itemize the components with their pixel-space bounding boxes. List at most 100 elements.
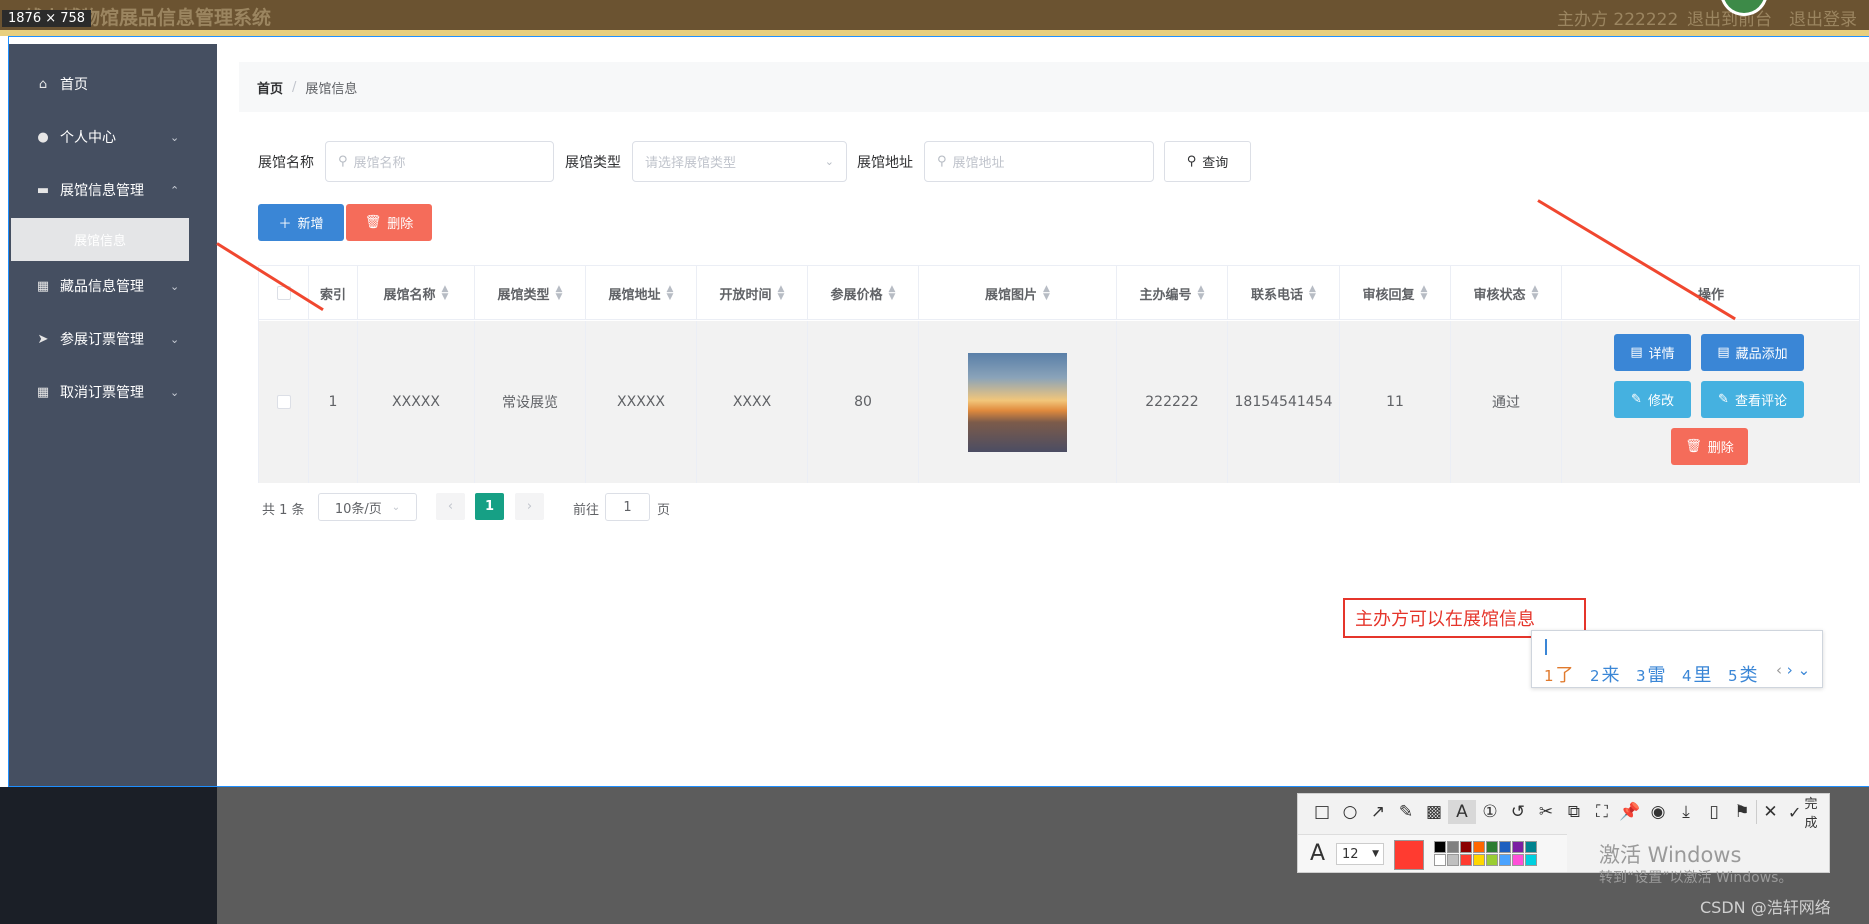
screen-record-icon[interactable]: ⛶ xyxy=(1588,800,1616,824)
col-header[interactable]: 参展价格 ▲ ▼ xyxy=(808,266,919,320)
ime-candidate[interactable]: 3雷 xyxy=(1636,661,1666,687)
ime-page-nav[interactable]: ‹ › ⌄ xyxy=(1776,661,1810,679)
phone-icon[interactable]: ▯ xyxy=(1700,800,1728,824)
col-header[interactable]: 展馆类型 ▲ ▼ xyxy=(475,266,586,320)
color-swatch[interactable] xyxy=(1447,854,1459,866)
rectangle-tool-icon[interactable]: □ xyxy=(1308,800,1336,824)
detail-button[interactable]: ▤ 详情 xyxy=(1614,334,1691,371)
color-swatch[interactable] xyxy=(1525,854,1537,866)
color-swatch[interactable] xyxy=(1434,854,1446,866)
sidebar-item-home[interactable]: ⌂ 首页 xyxy=(8,60,217,108)
undo-icon[interactable]: ↺ xyxy=(1504,800,1532,824)
color-swatch[interactable] xyxy=(1486,854,1498,866)
ellipse-tool-icon[interactable]: ○ xyxy=(1336,800,1364,824)
ime-candidate[interactable]: 2来 xyxy=(1590,661,1620,687)
record-icon[interactable]: ◉ xyxy=(1644,800,1672,824)
page-size-select[interactable]: 10条/页 ⌄ xyxy=(318,493,417,521)
sidebar-item-cancel-manage[interactable]: ▦ 取消订票管理 ⌄ xyxy=(8,368,217,416)
sort-icon[interactable]: ▲ ▼ xyxy=(1309,285,1316,302)
sort-icon[interactable]: ▲ ▼ xyxy=(889,285,896,302)
col-header[interactable]: 审核状态 ▲ ▼ xyxy=(1451,266,1562,320)
batch-delete-button[interactable]: 🗑 删除 xyxy=(346,204,432,241)
sort-icon[interactable]: ▲ ▼ xyxy=(1421,285,1428,302)
query-button[interactable]: ⚲ 查询 xyxy=(1164,141,1251,182)
row-checkbox[interactable] xyxy=(276,395,291,409)
close-icon[interactable]: ✕ xyxy=(1756,800,1784,824)
sidebar-item-collection-manage[interactable]: ▦ 藏品信息管理 ⌄ xyxy=(8,262,217,310)
sort-icon[interactable]: ▲ ▼ xyxy=(1532,285,1539,302)
sort-icon[interactable]: ▲ ▼ xyxy=(667,285,674,302)
pen-tool-icon[interactable]: ✎ xyxy=(1392,800,1420,824)
next-page-button[interactable]: › xyxy=(515,493,544,520)
page-number-active[interactable]: 1 xyxy=(475,493,504,520)
chevron-down-icon: ⌄ xyxy=(391,501,401,513)
arrow-tool-icon[interactable]: ↗ xyxy=(1364,800,1392,824)
sidebar-item-hall-manage[interactable]: ▬ 展馆信息管理 ⌃ xyxy=(8,166,217,214)
hall-type-select[interactable]: 请选择展馆类型 ⌄ xyxy=(632,141,847,182)
pin-icon[interactable]: 📌 xyxy=(1616,800,1644,824)
sort-icon[interactable]: ▲ ▼ xyxy=(1198,285,1205,302)
breadcrumb-home[interactable]: 首页 xyxy=(257,78,283,97)
sort-icon[interactable]: ▲ ▼ xyxy=(1043,285,1050,302)
col-header[interactable]: 开放时间 ▲ ▼ xyxy=(697,266,808,320)
done-button[interactable]: ✓ 完成 xyxy=(1788,793,1829,831)
sidebar-item-booking-manage[interactable]: ➤ 参展订票管理 ⌄ xyxy=(8,315,217,363)
color-swatch[interactable] xyxy=(1525,841,1537,853)
chevron-right-icon[interactable]: › xyxy=(1787,661,1793,679)
col-header[interactable]: 审核回复 ▲ ▼ xyxy=(1340,266,1451,320)
prev-page-button[interactable]: ‹ xyxy=(436,493,465,520)
download-icon[interactable]: ⤓ xyxy=(1672,800,1700,824)
col-header[interactable]: 展馆图片 ▲ ▼ xyxy=(919,266,1117,320)
color-swatch[interactable] xyxy=(1460,854,1472,866)
breadcrumb-separator: / xyxy=(292,79,297,95)
user-icon: ● xyxy=(37,129,49,145)
color-swatch[interactable] xyxy=(1473,841,1485,853)
font-size-select[interactable]: 12 ▼ xyxy=(1336,843,1384,865)
color-swatch[interactable] xyxy=(1447,841,1459,853)
mosaic-tool-icon[interactable]: ▩ xyxy=(1420,800,1448,824)
sort-icon[interactable]: ▲ ▼ xyxy=(442,285,449,302)
add-collection-button[interactable]: ▤ 藏品添加 xyxy=(1701,334,1804,371)
hall-name-input[interactable]: ⚲ 展馆名称 xyxy=(325,141,554,182)
ime-candidate[interactable]: 4里 xyxy=(1682,661,1712,687)
color-swatch[interactable] xyxy=(1512,841,1524,853)
goto-page-input[interactable]: 1 xyxy=(605,493,650,521)
sidebar-item-label: 展馆信息管理 xyxy=(60,183,144,199)
sidebar-item-profile[interactable]: ● 个人中心 ⌄ xyxy=(8,113,217,161)
hall-image[interactable] xyxy=(968,352,1067,452)
color-swatch[interactable] xyxy=(1499,841,1511,853)
chevron-left-icon[interactable]: ‹ xyxy=(1776,661,1782,679)
color-swatch[interactable] xyxy=(1499,854,1511,866)
bookmark-icon[interactable]: ⚑ xyxy=(1728,800,1756,824)
col-header[interactable]: 联系电话 ▲ ▼ xyxy=(1228,266,1340,320)
color-swatch[interactable] xyxy=(1460,841,1472,853)
scissors-icon[interactable]: ✂ xyxy=(1532,800,1560,824)
translate-icon[interactable]: ⧉ xyxy=(1560,800,1588,824)
hall-address-input[interactable]: ⚲ 展馆地址 xyxy=(924,141,1154,182)
chevron-down-icon[interactable]: ⌄ xyxy=(1798,661,1811,679)
sidebar-subitem-hall-info[interactable]: 展馆信息 xyxy=(11,218,189,261)
color-swatch[interactable] xyxy=(1473,854,1485,866)
color-swatch[interactable] xyxy=(1512,854,1524,866)
view-comments-button[interactable]: ✎ 查看评论 xyxy=(1701,381,1804,418)
logout-link[interactable]: 退出登录 xyxy=(1789,5,1857,30)
edit-button[interactable]: ✎ 修改 xyxy=(1614,381,1691,418)
add-button[interactable]: ＋ 新增 xyxy=(258,204,344,241)
text-tool-icon[interactable]: A xyxy=(1448,800,1476,824)
color-swatch[interactable] xyxy=(1434,841,1446,853)
col-header-label: 审核回复 xyxy=(1362,287,1415,303)
color-swatch[interactable] xyxy=(1486,841,1498,853)
row-delete-button[interactable]: 🗑 删除 xyxy=(1671,428,1748,465)
sort-icon[interactable]: ▲ ▼ xyxy=(778,285,785,302)
col-header[interactable]: 展馆名称 ▲ ▼ xyxy=(358,266,475,320)
add-label: 新增 xyxy=(297,217,324,232)
col-header[interactable]: 主办编号 ▲ ▼ xyxy=(1117,266,1228,320)
col-header[interactable]: 展馆地址 ▲ ▼ xyxy=(586,266,697,320)
text-cursor xyxy=(1545,639,1547,655)
current-color-swatch[interactable] xyxy=(1394,840,1424,870)
sort-icon[interactable]: ▲ ▼ xyxy=(556,285,563,302)
number-tool-icon[interactable]: ① xyxy=(1476,800,1504,824)
ime-candidate[interactable]: 1了 xyxy=(1544,661,1574,687)
ime-candidate[interactable]: 5类 xyxy=(1728,661,1758,687)
ime-candidate-panel: 1了 2来 3雷 4里 5类 ‹ › ⌄ xyxy=(1531,630,1823,688)
